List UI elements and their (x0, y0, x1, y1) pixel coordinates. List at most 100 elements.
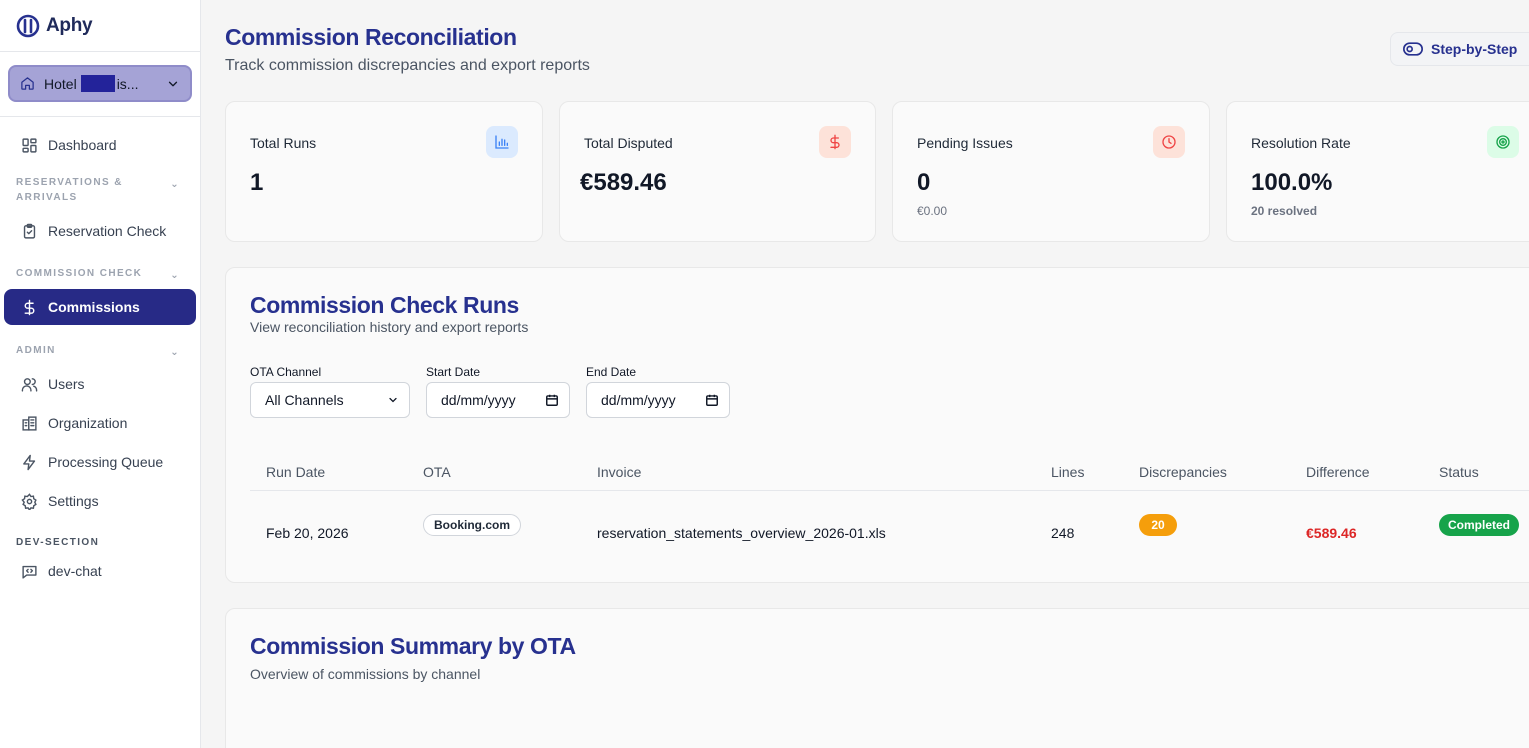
calendar-icon (546, 394, 558, 406)
aphy-logo-icon (16, 14, 40, 37)
section-label: DEV-SECTION (16, 537, 100, 548)
column-header[interactable]: Lines (1051, 464, 1084, 480)
dashboard-icon (20, 136, 38, 154)
ota-channel-label: OTA Channel (250, 365, 322, 379)
end-date-label: End Date (586, 365, 637, 379)
status-badge: Completed (1439, 514, 1520, 536)
start-date-input[interactable]: dd/mm/yyyy (426, 382, 570, 418)
section-title: Commission Check Runs (250, 292, 519, 318)
end-date-placeholder: dd/mm/yyyy (601, 392, 676, 408)
hotel-prefix: Hotel (44, 75, 77, 92)
sidebar-item-label: Settings (48, 493, 99, 509)
stat-card-pending-issues: Pending Issues 0 €0.00 (892, 101, 1210, 242)
target-icon (1487, 126, 1519, 158)
column-header[interactable]: Difference (1306, 464, 1370, 480)
redacted-block (80, 75, 115, 92)
home-icon (21, 77, 34, 90)
stat-card-total-disputed: Total Disputed €589.46 (559, 101, 876, 242)
step-by-step-label: Step-by-Step (1431, 41, 1518, 57)
stat-label: Resolution Rate (1251, 135, 1351, 151)
hotel-suffix: is... (116, 75, 139, 92)
section-label: RESERVATIONS & ARRIVALS (16, 177, 123, 203)
sidebar-item-label: dev-chat (48, 563, 102, 579)
sidebar-item-label: Reservation Check (48, 223, 167, 239)
invoice-cell[interactable]: reservation_statements_overview_2026-01.… (597, 525, 886, 541)
sidebar-item-reservation-check[interactable]: Reservation Check (4, 213, 196, 249)
stat-value: 0 (917, 169, 931, 196)
stat-value: 100.0% (1251, 169, 1333, 196)
chevron-down-icon (168, 81, 178, 86)
table-divider (250, 490, 1529, 491)
ota-channel-value: All Channels (265, 392, 344, 408)
lines-cell: 248 (1051, 525, 1075, 541)
sidebar-item-label: Dashboard (48, 137, 117, 153)
sidebar-item-label: Organization (48, 415, 128, 431)
ota-channel-select[interactable]: All Channels (250, 382, 410, 418)
column-header[interactable]: Invoice (597, 464, 641, 480)
column-header[interactable]: Run Date (266, 464, 325, 480)
bar-chart-icon (486, 126, 518, 158)
section-commission-check[interactable]: COMMISSION CHECK ⌄ (0, 266, 200, 283)
chevron-down-icon: ⌄ (170, 270, 180, 281)
sidebar-item-label: Users (48, 376, 85, 392)
start-date-label: Start Date (426, 365, 481, 379)
stat-card-total-runs: Total Runs 1 (225, 101, 543, 242)
stat-value: 1 (250, 169, 264, 196)
sidebar-item-label: Commissions (48, 299, 140, 315)
clock-icon (1153, 126, 1185, 158)
page-subtitle: Track commission discrepancies and expor… (225, 57, 590, 74)
hotel-selector-label: Hotel is... (44, 75, 166, 92)
sidebar-item-label: Processing Queue (48, 454, 164, 470)
commission-summary-card: Commission Summary by OTA Overview of co… (225, 608, 1529, 748)
dollar-icon (819, 126, 851, 158)
column-header[interactable]: OTA (423, 464, 451, 480)
sidebar-item-dashboard[interactable]: Dashboard (4, 127, 196, 163)
gear-icon (20, 492, 38, 510)
stat-label: Total Runs (250, 135, 317, 151)
stat-foot: €0.00 (917, 204, 948, 218)
section-dev: DEV-SECTION (0, 535, 200, 550)
column-header[interactable]: Discrepancies (1139, 464, 1227, 480)
clipboard-check-icon (20, 222, 38, 240)
sidebar-nav: Dashboard RESERVATIONS & ARRIVALS ⌄ Rese… (0, 117, 200, 586)
section-subtitle: View reconciliation history and export r… (250, 319, 529, 335)
stat-value: €589.46 (580, 169, 667, 196)
sidebar-item-settings[interactable]: Settings (4, 483, 196, 519)
toggle-icon (1403, 42, 1423, 56)
run-date-cell: Feb 20, 2026 (266, 525, 349, 541)
discrepancies-badge: 20 (1139, 514, 1177, 536)
commission-runs-card: Commission Check Runs View reconciliatio… (225, 267, 1529, 583)
section-admin[interactable]: ADMIN ⌄ (0, 343, 200, 360)
sidebar-item-processing-queue[interactable]: Processing Queue (4, 444, 196, 480)
page-title: Commission Reconciliation (225, 24, 517, 50)
end-date-input[interactable]: dd/mm/yyyy (586, 382, 730, 418)
section-subtitle: Overview of commissions by channel (250, 666, 481, 682)
sidebar-item-commissions[interactable]: Commissions (4, 289, 196, 325)
brand[interactable]: Aphy (0, 0, 200, 52)
stat-label: Total Disputed (584, 135, 673, 151)
sidebar-item-dev-chat[interactable]: dev-chat (4, 556, 196, 586)
sidebar-item-users[interactable]: Users (4, 366, 196, 402)
stat-card-resolution-rate: Resolution Rate 100.0% 20 resolved (1226, 101, 1529, 242)
hotel-selector[interactable]: Hotel is... (8, 65, 192, 102)
chevron-down-icon (389, 397, 397, 403)
sidebar: Aphy Hotel is... Dashboard RESERVATIONS … (0, 0, 201, 748)
step-by-step-button[interactable]: Step-by-Step (1390, 32, 1529, 66)
brand-name: Aphy (46, 14, 93, 36)
dollar-icon (20, 298, 38, 316)
stat-label: Pending Issues (917, 135, 1013, 151)
section-reservations[interactable]: RESERVATIONS & ARRIVALS ⌄ (0, 175, 200, 205)
stat-foot: 20 resolved (1251, 204, 1318, 218)
column-header[interactable]: Status (1439, 464, 1479, 480)
section-label: ADMIN (16, 345, 56, 356)
chat-code-icon (20, 562, 38, 580)
sidebar-item-organization[interactable]: Organization (4, 405, 196, 441)
section-title: Commission Summary by OTA (250, 633, 576, 659)
main-content: Commission Reconciliation Track commissi… (201, 0, 1529, 748)
chevron-down-icon: ⌄ (170, 179, 180, 190)
building-icon (20, 414, 38, 432)
start-date-placeholder: dd/mm/yyyy (441, 392, 516, 408)
chevron-down-icon: ⌄ (170, 347, 180, 358)
section-label: COMMISSION CHECK (16, 268, 143, 279)
difference-cell: €589.46 (1306, 525, 1357, 541)
